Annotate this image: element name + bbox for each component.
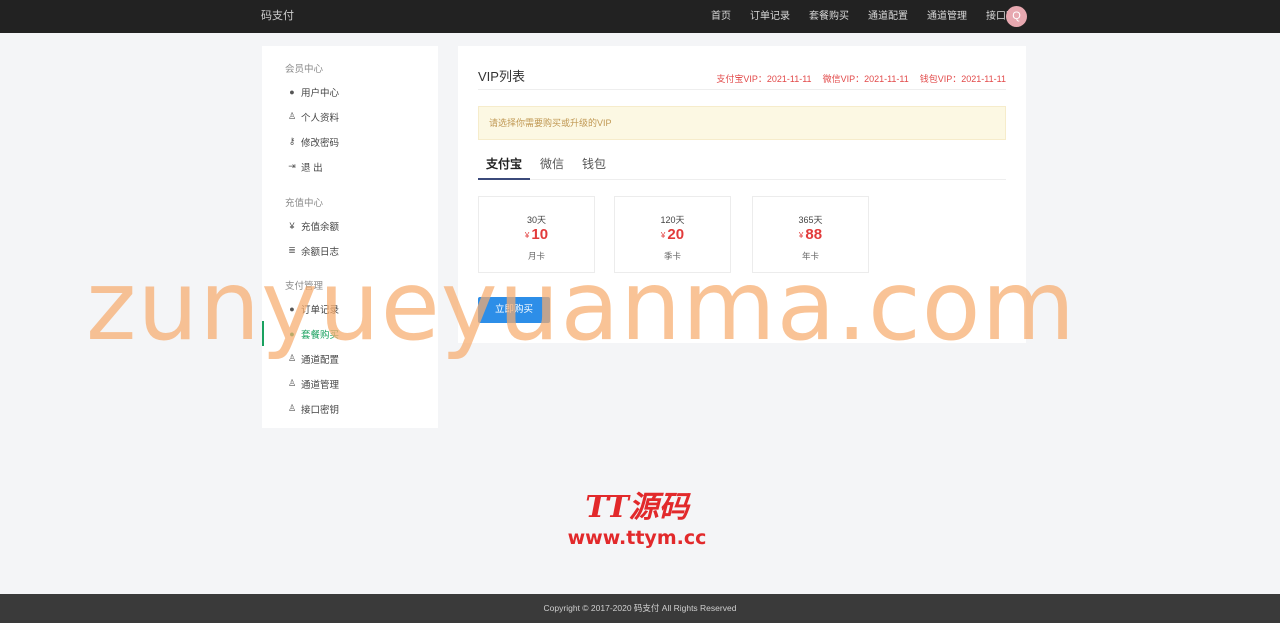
yen-icon: ¥ (289, 220, 295, 231)
vip-status-wallet: 钱包VIP：2021-11-11 (919, 74, 1006, 84)
top-navbar: 码支付 首页 订单记录 套餐购买 通道配置 通道管理 接口密钥 Q (0, 0, 1280, 33)
sidebar-item-label: 用户中心 (301, 87, 340, 99)
user-icon: ♙ (287, 378, 297, 388)
sidebar-item-channel-manage[interactable]: ♙ 通道管理 (262, 371, 438, 396)
vip-status-alipay: 支付宝VIP：2021-11-11 (716, 74, 812, 84)
sidebar-item-recharge[interactable]: ¥ 充值余额 (262, 213, 438, 238)
tab-wechat[interactable]: 微信 (534, 154, 570, 180)
plan-name: 年卡 (801, 251, 819, 261)
plan-card[interactable]: 120天 ¥20 季卡 (614, 196, 731, 273)
sidebar-item-label: 接口密钥 (301, 404, 340, 416)
plan-price: ¥20 (615, 226, 730, 243)
sidebar-item-label: 订单记录 (301, 304, 340, 316)
main-nav: 首页 订单记录 套餐购买 通道配置 通道管理 接口密钥 (692, 0, 1026, 33)
payment-tabs: 支付宝 微信 钱包 (478, 154, 1006, 180)
plan-price-value: 88 (805, 226, 823, 243)
sidebar-item-label: 充值余额 (301, 221, 340, 233)
sidebar-item-balance-log[interactable]: ≣ 余额日志 (262, 238, 438, 263)
list-icon: ≣ (288, 245, 296, 255)
user-icon: ♙ (287, 353, 297, 363)
sidebar-group-title: 充值中心 (285, 198, 324, 209)
sidebar-item-api-key[interactable]: ♙ 接口密钥 (262, 396, 438, 421)
sidebar-item-plan-purchase[interactable]: ● 套餐购买 (262, 321, 438, 346)
sidebar-item-label: 个人资料 (301, 112, 340, 124)
currency-symbol: ¥ (798, 231, 804, 240)
logo-title: TT源码 (585, 490, 689, 525)
footer-copyright: Copyright © 2017-2020 码支付 All Rights Res… (0, 594, 1280, 623)
brand-name[interactable]: 码支付 (261, 0, 294, 33)
sidebar-group-title: 会员中心 (285, 64, 324, 75)
sidebar-item-label: 修改密码 (301, 137, 340, 149)
vip-status-wechat: 微信VIP：2021-11-11 (822, 74, 909, 84)
plan-days: 120天 (660, 215, 685, 225)
sidebar-item-profile[interactable]: ♙ 个人资料 (262, 104, 438, 129)
logout-icon: ⇥ (288, 161, 296, 171)
plan-name: 月卡 (527, 251, 545, 261)
sidebar-item-channel-config[interactable]: ♙ 通道配置 (262, 346, 438, 371)
sidebar-item-logout[interactable]: ⇥ 退 出 (262, 154, 438, 179)
plan-days: 365天 (798, 215, 823, 225)
key-icon: ⚷ (288, 136, 296, 146)
plan-card[interactable]: 365天 ¥88 年卡 (752, 196, 869, 273)
sidebar-item-label: 余额日志 (301, 246, 340, 258)
user-icon: ♙ (287, 111, 297, 121)
plan-name: 季卡 (663, 251, 681, 261)
nav-channel-manage[interactable]: 通道管理 (927, 0, 967, 33)
user-circle-icon: ● (289, 328, 295, 339)
nav-plan-purchase[interactable]: 套餐购买 (809, 0, 849, 33)
plan-price: ¥10 (479, 226, 594, 243)
vip-status: 支付宝VIP：2021-11-11 微信VIP：2021-11-11 钱包VIP… (705, 72, 1006, 85)
tab-wallet[interactable]: 钱包 (576, 154, 612, 180)
currency-symbol: ¥ (524, 231, 530, 240)
currency-symbol: ¥ (660, 231, 666, 240)
sidebar-item-label: 通道配置 (301, 354, 340, 366)
plan-price-value: 20 (667, 226, 685, 243)
divider (478, 89, 1006, 90)
page-title: VIP列表 (478, 69, 525, 84)
plan-days: 30天 (526, 215, 546, 225)
nav-home[interactable]: 首页 (711, 0, 731, 33)
user-circle-icon: ● (289, 86, 295, 97)
logo-url: www.ttym.cc (567, 527, 707, 549)
sidebar-item-user-center[interactable]: ● 用户中心 (262, 79, 438, 104)
sidebar-item-label: 通道管理 (301, 379, 340, 391)
nav-order-records[interactable]: 订单记录 (750, 0, 790, 33)
sidebar-item-label: 套餐购买 (301, 329, 340, 341)
sidebar-group-title: 支付管理 (285, 281, 324, 292)
sidebar-item-order-records[interactable]: ● 订单记录 (262, 296, 438, 321)
info-alert: 请选择你需要购买或升级的VIP (478, 106, 1006, 140)
site-logo-watermark: TT源码 www.ttym.cc (562, 490, 712, 552)
buy-now-button[interactable]: 立即购买 (478, 297, 550, 323)
user-circle-icon: ● (289, 303, 295, 314)
tab-alipay[interactable]: 支付宝 (478, 154, 530, 180)
plan-price: ¥88 (753, 226, 868, 243)
plan-price-value: 10 (531, 226, 549, 243)
plan-card[interactable]: 30天 ¥10 月卡 (478, 196, 595, 273)
avatar[interactable]: Q (1006, 6, 1027, 27)
sidebar-item-change-password[interactable]: ⚷ 修改密码 (262, 129, 438, 154)
sidebar-item-label: 退 出 (301, 162, 323, 174)
sidebar: 会员中心 ● 用户中心 ♙ 个人资料 ⚷ 修改密码 ⇥ 退 出 充值中心 ¥ 充… (262, 46, 438, 428)
nav-channel-config[interactable]: 通道配置 (868, 0, 908, 33)
user-icon: ♙ (287, 403, 297, 413)
vip-panel: VIP列表 支付宝VIP：2021-11-11 微信VIP：2021-11-11… (458, 46, 1026, 343)
